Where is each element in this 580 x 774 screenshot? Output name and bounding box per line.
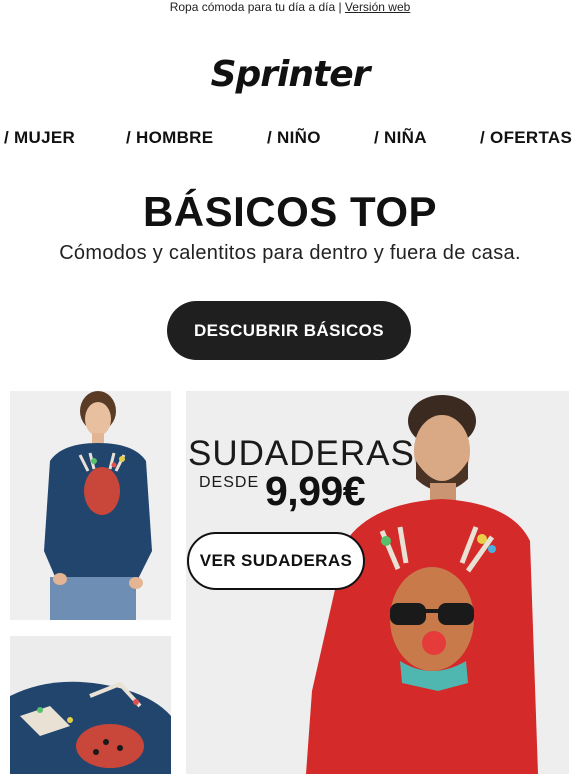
- nav-item-nina[interactable]: / NIÑA: [374, 128, 427, 148]
- sweater-closeup-illustration: [10, 636, 171, 774]
- web-version-link[interactable]: Versión web: [345, 0, 410, 14]
- nav-item-mujer[interactable]: / MUJER: [4, 128, 75, 148]
- see-sweatshirts-button[interactable]: VER SUDADERAS: [187, 532, 365, 590]
- preheader: Ropa cómoda para tu día a día | Versión …: [0, 0, 580, 14]
- nav-item-hombre[interactable]: / HOMBRE: [126, 128, 213, 148]
- promo-price: 9,99€: [265, 468, 366, 514]
- preheader-text: Ropa cómoda para tu día a día |: [169, 0, 345, 14]
- nav-item-nino[interactable]: / NIÑO: [267, 128, 321, 148]
- product-image-woman-sweater[interactable]: [10, 391, 171, 620]
- hero-subtitle: Cómodos y calentitos para dentro y fuera…: [59, 242, 521, 264]
- main-nav: / MUJER / HOMBRE / NIÑO / NIÑA / OFERTAS: [0, 128, 580, 152]
- sprinter-logo[interactable]: Sprinter: [0, 54, 580, 95]
- product-image-sweater-closeup[interactable]: [10, 636, 171, 774]
- hero-title: BÁSICOS TOP: [142, 188, 438, 235]
- discover-basics-button[interactable]: DESCUBRIR BÁSICOS: [167, 301, 411, 360]
- woman-sweater-illustration: [10, 391, 171, 620]
- promo-from-label: DESDE: [199, 474, 260, 491]
- nav-item-ofertas[interactable]: / OFERTAS: [480, 128, 572, 148]
